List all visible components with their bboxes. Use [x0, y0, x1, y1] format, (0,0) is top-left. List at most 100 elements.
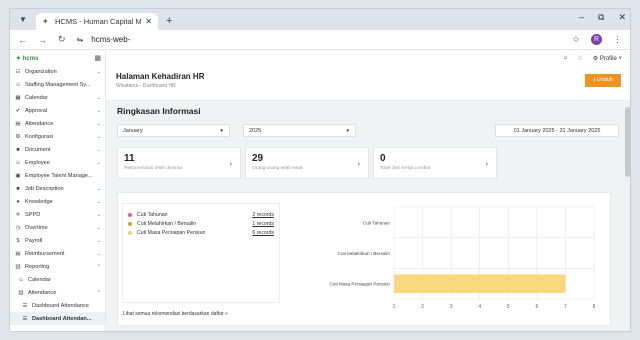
url-field[interactable]: hcms-web- [91, 35, 130, 44]
tab-bar: ▼ ✦ HCMS - Human Capital Manag ✕ + – ⧉ ✕ [10, 9, 630, 30]
menu-dots-icon[interactable]: ⋮ [613, 34, 622, 45]
address-bar: ← → ↻ ⇋ hcms-web- ☆ R ⋮ [10, 30, 630, 50]
card-value: 29 [252, 153, 264, 164]
sidebar-item-6[interactable]: ■ Document ⌄ [10, 143, 105, 156]
x-tick-label: 7 [564, 304, 567, 310]
sidebar-item-label: Overtime [25, 224, 48, 231]
month-select[interactable]: January ▼ [117, 124, 230, 137]
y-tick-label: Cuti Melahirkan / Bersalin [338, 251, 391, 256]
minimize-icon[interactable]: – [579, 12, 584, 23]
sidebar-item-19[interactable]: ☰ Dashboard Attendan... [10, 312, 105, 325]
sidebar-item-12[interactable]: ◷ Overtime ⌄ [10, 221, 105, 234]
card-desc: Rekomendasi telah diminta [124, 166, 182, 171]
sidebar-item-16[interactable]: ☺ Calendar [10, 273, 105, 286]
reimburse-icon: ▤ [15, 250, 21, 257]
job-icon: ■ [16, 185, 20, 192]
sidebar-item-0[interactable]: ☷ Organization ⌄ [10, 65, 105, 78]
maximize-icon[interactable]: ⧉ [598, 12, 604, 23]
org-icon: ☷ [15, 68, 21, 75]
sidebar-item-15[interactable]: ▥ Reporting ⌃ [10, 260, 105, 273]
summary-card-late[interactable]: 29 Orang-orang telah ewat › [245, 147, 369, 179]
sidebar-item-1[interactable]: ☺ Staffing Management Sy... [10, 78, 105, 91]
chevron-icon: ⌄ [96, 224, 101, 231]
card-value: 11 [124, 153, 135, 164]
main-content: ⌂ ♢ ⚙ Profile ˅ Halaman Kehadiran HR Wis… [106, 51, 630, 331]
date-range-field[interactable]: 01 January 2025 - 31 January 2025 [495, 124, 619, 137]
chevron-icon: ⌄ [96, 68, 101, 75]
avatar[interactable]: R [591, 34, 602, 45]
tab-list-icon[interactable]: ▼ [16, 13, 30, 27]
chevron-icon: ⌄ [96, 146, 101, 153]
leave-legend: Cuti Tahunan 2 records Cuti Melahirkan /… [122, 203, 280, 303]
bar [394, 274, 566, 293]
home-icon[interactable]: ⌂ [564, 55, 568, 61]
new-tab-icon[interactable]: + [166, 15, 172, 27]
sidebar-item-18[interactable]: ☰ Dashboard Attendance [10, 299, 105, 312]
sppd-icon: ✈ [15, 211, 21, 218]
browser-tab[interactable]: ✦ HCMS - Human Capital Manag ✕ [36, 13, 158, 30]
close-tab-icon[interactable]: ✕ [145, 17, 152, 26]
scrollbar[interactable] [625, 107, 630, 177]
sidebar-item-13[interactable]: $ Payroll ⌄ [10, 234, 105, 247]
chevron-down-icon: ▼ [219, 128, 224, 133]
close-window-icon[interactable]: ✕ [618, 12, 626, 23]
summary-card-overtime[interactable]: 0 Total Jam Kerja Lembur › [373, 147, 497, 179]
star-icon[interactable]: ☆ [572, 34, 580, 45]
sidebar-item-label: Reimbursement [25, 250, 65, 257]
breadcrumb: Wisatama - Dashboard HR [116, 83, 176, 89]
forward-icon[interactable]: → [38, 35, 47, 45]
sidebar-item-10[interactable]: ● Knowledge ⌄ [10, 195, 105, 208]
bell-icon[interactable]: ♢ [577, 55, 582, 62]
records-link[interactable]: 2 records [252, 212, 274, 218]
sidebar: ✦ hcms ▦ ☷ Organization ⌄ ☺ Staffing Managem… [10, 51, 106, 331]
sidebar-item-label: Konfigurasi [25, 133, 53, 140]
knowledge-icon: ● [16, 198, 20, 205]
apps-grid-icon[interactable]: ▦ [94, 54, 101, 62]
list-item: Cuti Masa Persiapan Pensiun 6 records [128, 228, 274, 237]
records-link[interactable]: 6 records [252, 230, 274, 236]
summary-card-recommendation[interactable]: 11 Rekomendasi telah diminta › [117, 147, 241, 179]
y-tick-label: Cuti Masa Persiapan Pensiun [329, 282, 390, 287]
sidebar-item-label: Employee Talent Manage... [25, 172, 93, 179]
summary-cards: 11 Rekomendasi telah diminta › 29 Orang-… [106, 147, 630, 179]
sidebar-item-7[interactable]: ☺ Employee ⌄ [10, 156, 105, 169]
year-select[interactable]: 2025 ▼ [243, 124, 356, 137]
sidebar-item-17[interactable]: ▥ Attendance ⌃ [10, 286, 105, 299]
sidebar-item-8[interactable]: ▣ Employee Talent Manage... [10, 169, 105, 182]
reload-icon[interactable]: ↻ [58, 34, 66, 45]
see-all-link[interactable]: Lihat semua rekomendasi berdasarkan daft… [123, 311, 228, 317]
download-button[interactable]: ⭳ Unduh [585, 74, 621, 87]
favicon-icon: ✦ [42, 17, 49, 26]
page-header: Halaman Kehadiran HR Wisatama - Dashboar… [106, 65, 630, 101]
leave-panel: Cuti Tahunan 2 records Cuti Melahirkan /… [117, 192, 611, 326]
sidebar-item-5[interactable]: ⚙ Konfigurasi ⌄ [10, 130, 105, 143]
sidebar-item-14[interactable]: ▤ Reimbursement ⌄ [10, 247, 105, 260]
calendar-icon: ▦ [15, 94, 21, 101]
sidebar-item-label: Dashboard Attendan... [32, 315, 92, 322]
chevron-icon: ⌄ [96, 133, 101, 140]
employee-icon: ☺ [15, 159, 21, 166]
browser-window: ▼ ✦ HCMS - Human Capital Manag ✕ + – ⧉ ✕… [9, 8, 631, 332]
sidebar-item-2[interactable]: ▦ Calendar ⌄ [10, 91, 105, 104]
attendance-icon: ▥ [18, 289, 24, 296]
back-icon[interactable]: ← [18, 35, 27, 45]
profile-menu[interactable]: ⚙ Profile ˅ [593, 55, 622, 62]
list-item: Cuti Melahirkan / Bersalin 1 records [128, 219, 274, 228]
site-settings-icon[interactable]: ⇋ [77, 35, 84, 44]
sidebar-item-11[interactable]: ✈ SPPD ⌄ [10, 208, 105, 221]
sidebar-item-9[interactable]: ■ Job Description ⌄ [10, 182, 105, 195]
records-link[interactable]: 1 records [252, 221, 274, 227]
sidebar-item-label: SPPD [25, 211, 41, 218]
sidebar-item-label: Reporting [25, 263, 50, 270]
chevron-down-icon: ▼ [345, 128, 350, 133]
sidebar-item-3[interactable]: ✔ Approval ⌄ [10, 104, 105, 117]
sidebar-item-4[interactable]: ▤ Attendance ⌄ [10, 117, 105, 130]
x-tick-label: 4 [478, 304, 481, 310]
chevron-icon: ⌄ [96, 237, 101, 244]
payroll-icon: $ [16, 237, 20, 244]
list-item: Cuti Tahunan 2 records [128, 210, 274, 219]
sidebar-item-label: Attendance [25, 120, 54, 127]
document-icon: ■ [16, 146, 20, 153]
list-icon: ☰ [22, 302, 28, 309]
approval-icon: ✔ [15, 107, 21, 114]
